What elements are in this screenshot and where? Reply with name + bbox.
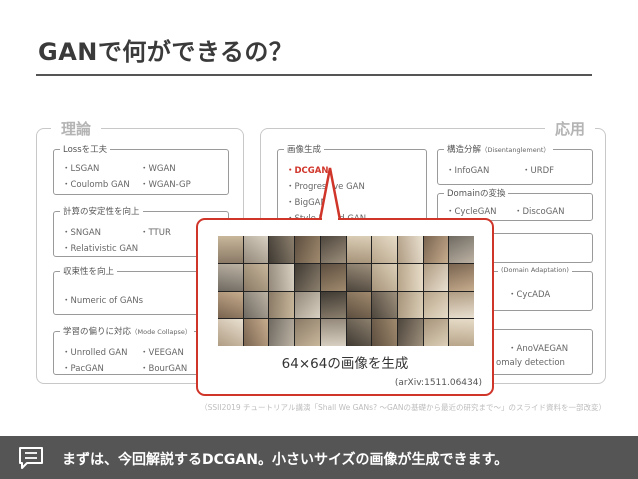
generated-image-thumbnail (320, 236, 346, 263)
generated-image-thumbnail (295, 319, 320, 346)
stability-box-label: 計算の安定性を向上 (60, 205, 143, 217)
generated-image-thumbnail (372, 291, 397, 319)
speech-bubble-icon (19, 447, 43, 469)
list-item: ・Unrolled GAN (62, 348, 128, 358)
callout-citation: (arXiv:1511.06434) (394, 378, 482, 388)
generated-image-thumbnail (218, 263, 243, 291)
callout-pointer (318, 167, 342, 220)
theory-panel-title: 理論 (51, 118, 102, 139)
generated-image-thumbnail (397, 319, 423, 346)
application-panel-title: 応用 (544, 118, 595, 139)
list-item: ・CycADA (508, 290, 551, 300)
list-item: ・InfoGAN (446, 166, 490, 176)
generated-image-thumbnail (423, 236, 449, 263)
generated-image-thumbnail (269, 319, 295, 346)
list-item: ・URDF (522, 166, 555, 176)
list-item: ・Relativistic GAN (62, 244, 139, 254)
list-item: ・WGAN-GP (140, 180, 191, 190)
domain-transfer-box: Domainの変換 ・CycleGAN ・DiscoGAN (437, 187, 593, 221)
generated-image-thumbnail (269, 236, 295, 263)
summary-banner: まずは、今回解説するDCGAN。小さいサイズの画像が生成できます。 (0, 436, 638, 479)
generated-image-thumbnail (346, 319, 372, 346)
convergence-box-label: 収束性を向上 (60, 265, 118, 277)
generated-image-thumbnail (243, 236, 269, 263)
generated-image-thumbnail (423, 291, 449, 319)
generated-image-thumbnail (397, 263, 423, 291)
dcgan-callout: 64×64の画像を生成 (arXiv:1511.06434) (196, 218, 494, 396)
generated-image-thumbnail (243, 263, 269, 291)
generated-image-thumbnail (320, 263, 346, 291)
disentangle-box: 構造分解（Disentanglement） ・InfoGAN ・URDF (437, 143, 593, 185)
generated-image-thumbnail (449, 263, 474, 291)
generation-box: 画像生成 ・DCGAN ・Progressive GAN ・BigGAN ・St… (277, 143, 427, 229)
generated-image-thumbnail (423, 319, 449, 346)
disentangle-box-label: 構造分解（Disentanglement） (444, 143, 553, 155)
slide-title: GANで何ができるの？ (38, 38, 294, 66)
generated-image-thumbnail (372, 236, 397, 263)
generated-image-thumbnail (372, 263, 397, 291)
list-item: ・DiscoGAN (514, 207, 565, 217)
generated-image-thumbnail (449, 236, 474, 263)
list-item: ・PacGAN (62, 364, 104, 374)
generated-image-thumbnail (269, 291, 295, 319)
generated-image-thumbnail (269, 263, 295, 291)
callout-pointer-join (322, 216, 338, 222)
generated-image-thumbnail (423, 263, 449, 291)
list-item: ・BourGAN (140, 364, 188, 374)
generated-image-thumbnail (346, 236, 372, 263)
title-divider (36, 74, 592, 76)
list-item: ・Coulomb GAN (62, 180, 130, 190)
list-item: ・Numeric of GANs (62, 296, 144, 306)
generated-image-thumbnail (243, 319, 269, 346)
domain-transfer-box-label: Domainの変換 (444, 187, 509, 199)
generated-image-thumbnail (449, 319, 474, 346)
generated-image-thumbnail (320, 291, 346, 319)
generated-image-thumbnail (218, 291, 243, 319)
loss-box: Lossを工夫 ・LSGAN ・WGAN ・Coulomb GAN ・WGAN-… (53, 143, 229, 195)
generated-image-thumbnail (218, 319, 243, 346)
domain-adaptation-box-label: (Domain Adaptation) (498, 265, 572, 275)
list-item: ・WGAN (140, 164, 176, 174)
list-item: ・TTUR (140, 228, 171, 238)
mode-collapse-box-label: 学習の偏りに対応（Mode Collapse） (60, 325, 195, 337)
generated-image-thumbnail (397, 236, 423, 263)
loss-box-label: Lossを工夫 (60, 143, 111, 155)
generated-image-thumbnail (449, 291, 474, 319)
generated-image-thumbnail (397, 291, 423, 319)
generated-image-thumbnail (243, 291, 269, 319)
list-item: ・VEEGAN (140, 348, 184, 358)
generated-image-thumbnail (320, 319, 346, 346)
generation-box-label: 画像生成 (284, 143, 325, 155)
generated-image-thumbnail (372, 319, 397, 346)
generated-image-thumbnail (218, 236, 243, 263)
source-note: （SSII2019 チュートリアル講演「Shall We GANs? 〜GANの… (200, 403, 606, 412)
callout-caption: 64×64の画像を生成 (281, 356, 409, 372)
generated-image-thumbnail (346, 263, 372, 291)
generated-image-thumbnail (295, 236, 320, 263)
banner-text: まずは、今回解説するDCGAN。小さいサイズの画像が生成できます。 (62, 452, 509, 468)
generated-image-thumbnail (295, 291, 320, 319)
generated-image-thumbnail (346, 291, 372, 319)
generated-image-thumbnail (295, 263, 320, 291)
list-item: ・AnoVAEGAN (508, 344, 569, 354)
list-item: omaly detection (496, 358, 565, 368)
list-item: ・CycleGAN (446, 207, 497, 217)
generated-image-grid (218, 236, 474, 346)
list-item: ・SNGAN (62, 228, 102, 238)
list-item: ・LSGAN (62, 164, 100, 174)
